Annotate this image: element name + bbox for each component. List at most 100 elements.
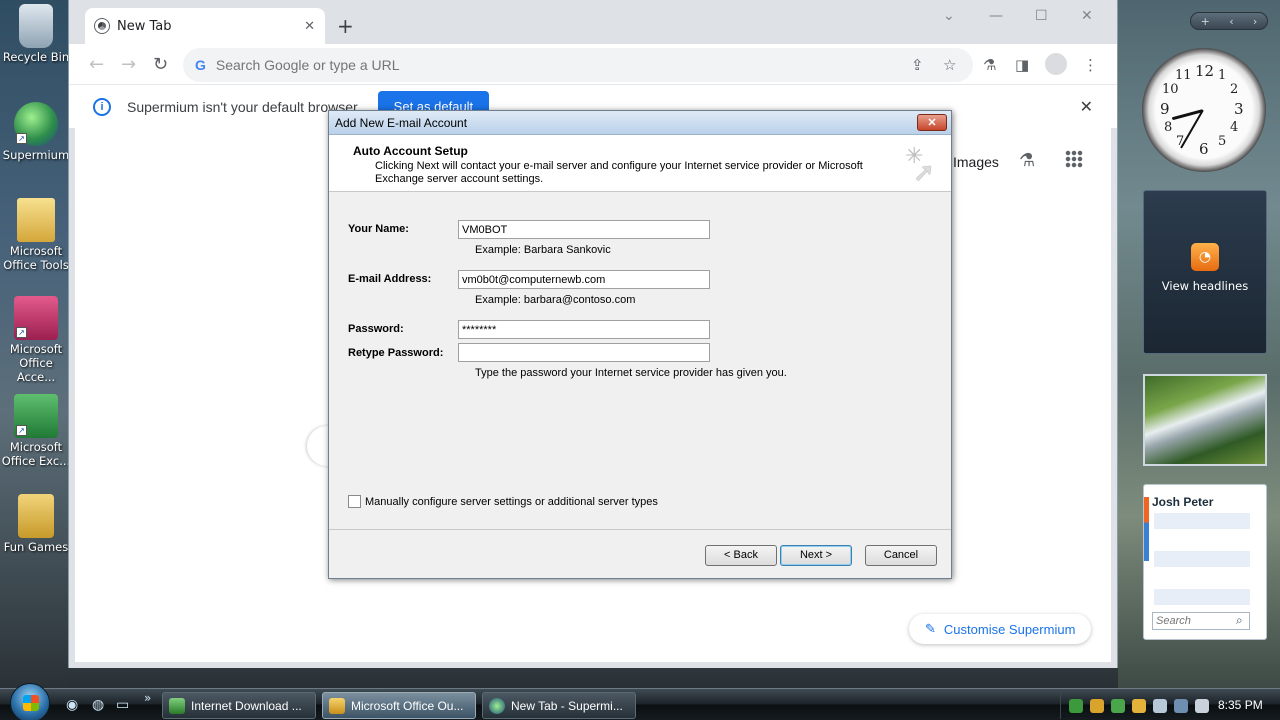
reload-button[interactable]: ↻ — [153, 54, 168, 75]
add-gadget-icon[interactable]: + — [1201, 15, 1210, 28]
back-button[interactable]: < Back — [705, 545, 777, 566]
next-page-icon[interactable]: › — [1253, 15, 1257, 28]
customise-button[interactable]: ✎ Customise Supermium — [909, 614, 1092, 644]
desktop-icon-office-access[interactable]: ↗ Microsoft Office Acce... — [0, 296, 72, 384]
close-infobar-icon[interactable]: ✕ — [1080, 97, 1093, 117]
new-tab-button[interactable]: + — [337, 14, 354, 38]
quick-launch-overflow-icon[interactable]: » — [144, 691, 151, 705]
desktop-icon-label: Microsoft Office Tools — [3, 244, 69, 272]
network-status-icon[interactable] — [1174, 698, 1188, 713]
info-icon: i — [93, 97, 111, 116]
clock-gadget: 12 3 6 9 1 2 4 5 7 8 10 11 — [1142, 48, 1266, 172]
access-icon: ↗ — [14, 296, 58, 340]
taskbar-button-outlook[interactable]: Microsoft Office Ou... — [322, 692, 476, 719]
show-desktop-icon[interactable]: ▭ — [116, 697, 129, 713]
slideshow-gadget[interactable] — [1143, 374, 1267, 466]
desktop-icon-label: Microsoft Office Acce... — [9, 342, 63, 384]
apps-grid-icon[interactable] — [1065, 150, 1083, 168]
supermium-icon — [489, 697, 505, 714]
search-icon[interactable]: ⌕ — [1236, 613, 1243, 628]
retype-password-field[interactable] — [458, 343, 710, 362]
desktop-icon-label: Microsoft Office Exc... — [1, 440, 71, 468]
supermium-icon: ↗ — [14, 102, 58, 146]
menu-icon[interactable]: ⋮ — [1083, 56, 1098, 74]
sidebar-controls: + ‹ › — [1190, 12, 1268, 30]
search-input[interactable] — [215, 57, 816, 73]
contact-name[interactable]: Josh Peter — [1152, 495, 1213, 509]
add-email-account-dialog: Add New E-mail Account ✕ Auto Account Se… — [328, 110, 952, 579]
taskbar-button-label: New Tab - Supermi... — [511, 698, 623, 713]
back-button[interactable]: ← — [89, 54, 104, 75]
forward-button[interactable]: → — [121, 54, 136, 75]
tab-title: New Tab — [117, 18, 172, 34]
desktop-icon-supermium[interactable]: ↗ Supermium — [0, 102, 72, 162]
start-button[interactable] — [10, 683, 50, 720]
labs-icon[interactable]: ⚗ — [1019, 150, 1035, 171]
bookmark-star-icon[interactable]: ☆ — [943, 56, 956, 74]
taskbar-button-internet-download[interactable]: Internet Download ... — [162, 692, 316, 719]
chrome-icon — [94, 18, 110, 34]
contact-row[interactable] — [1154, 551, 1250, 567]
password-label: Password: — [348, 323, 404, 335]
share-icon[interactable]: ⇪ — [911, 56, 924, 74]
contact-row[interactable] — [1154, 589, 1250, 605]
shortcut-arrow-icon: ↗ — [16, 133, 27, 144]
name-field[interactable] — [458, 220, 710, 239]
network-tray-icon[interactable] — [1069, 698, 1083, 713]
dialog-header: Auto Account Setup Clicking Next will co… — [329, 135, 951, 192]
next-button[interactable]: Next > — [780, 545, 852, 566]
password-field[interactable] — [458, 320, 710, 339]
desktop-icon-office-excel[interactable]: ↗ Microsoft Office Exc... — [0, 394, 72, 468]
desktop-icon-office-tools[interactable]: Microsoft Office Tools — [0, 198, 72, 272]
address-bar[interactable]: G — [183, 48, 973, 82]
recycle-bin-icon — [19, 4, 53, 48]
tab-new-tab[interactable]: New Tab ✕ — [85, 8, 325, 44]
desktop-icon-recycle-bin[interactable]: Recycle Bin — [0, 4, 72, 64]
tray-shield-icon[interactable] — [1153, 698, 1167, 713]
customise-label: Customise Supermium — [943, 621, 1076, 637]
dialog-close-button[interactable]: ✕ — [917, 114, 947, 131]
email-example: Example: barbara@contoso.com — [475, 294, 636, 306]
side-panel-icon[interactable]: ◨ — [1015, 56, 1029, 74]
close-window-button[interactable]: ✕ — [1081, 8, 1093, 24]
minimize-button[interactable]: — — [989, 8, 1003, 24]
close-tab-icon[interactable]: ✕ — [304, 19, 315, 34]
folder-icon — [18, 494, 54, 538]
quick-launch-icon[interactable]: ◉ — [66, 697, 78, 713]
outlook-tray-icon[interactable] — [1132, 698, 1146, 713]
dialog-footer: < Back Next > Cancel — [329, 529, 951, 578]
retype-password-label: Retype Password: — [348, 347, 444, 359]
password-hint: Type the password your Internet service … — [475, 367, 787, 379]
checkbox-icon[interactable] — [348, 495, 361, 508]
tab-search-icon[interactable]: ⌄ — [943, 8, 955, 24]
email-field[interactable] — [458, 270, 710, 289]
desktop-icon-label: Supermium — [2, 148, 70, 162]
maximize-button[interactable]: ☐ — [1035, 8, 1048, 24]
outlook-icon — [329, 697, 345, 714]
desktop-icon-fun-games[interactable]: Fun Games — [0, 494, 72, 554]
images-link[interactable]: Images — [953, 154, 999, 170]
contact-row[interactable] — [1154, 513, 1250, 529]
volume-muted-icon[interactable] — [1195, 698, 1209, 713]
taskbar-button-new-tab[interactable]: New Tab - Supermi... — [482, 692, 636, 719]
cancel-button[interactable]: Cancel — [865, 545, 937, 566]
tray-download-icon[interactable] — [1111, 698, 1125, 713]
dialog-title-bar[interactable]: Add New E-mail Account ✕ — [329, 111, 951, 135]
tray-app-icon[interactable] — [1090, 698, 1104, 713]
dialog-description: Clicking Next will contact your e-mail s… — [375, 160, 863, 185]
desktop-icon-label: Recycle Bin — [2, 50, 70, 64]
taskbar-button-label: Internet Download ... — [191, 698, 302, 713]
profile-button[interactable] — [1045, 53, 1067, 75]
quick-launch-browser-icon[interactable]: ◍ — [92, 697, 104, 713]
manual-config-checkbox[interactable]: Manually configure server settings or ad… — [348, 495, 658, 508]
email-label: E-mail Address: — [348, 273, 432, 285]
download-manager-icon — [169, 697, 185, 714]
rss-feed-gadget[interactable]: ◔ View headlines — [1143, 190, 1267, 354]
name-example: Example: Barbara Sankovic — [475, 244, 611, 256]
rss-icon: ◔ — [1191, 243, 1219, 271]
wizard-cursor-icon: ✳ ➚ — [905, 143, 935, 187]
folder-icon — [17, 198, 55, 242]
extensions-icon[interactable]: ⚗ — [983, 56, 996, 74]
taskbar-clock[interactable]: 8:35 PM — [1218, 698, 1263, 712]
previous-page-icon[interactable]: ‹ — [1229, 15, 1233, 28]
